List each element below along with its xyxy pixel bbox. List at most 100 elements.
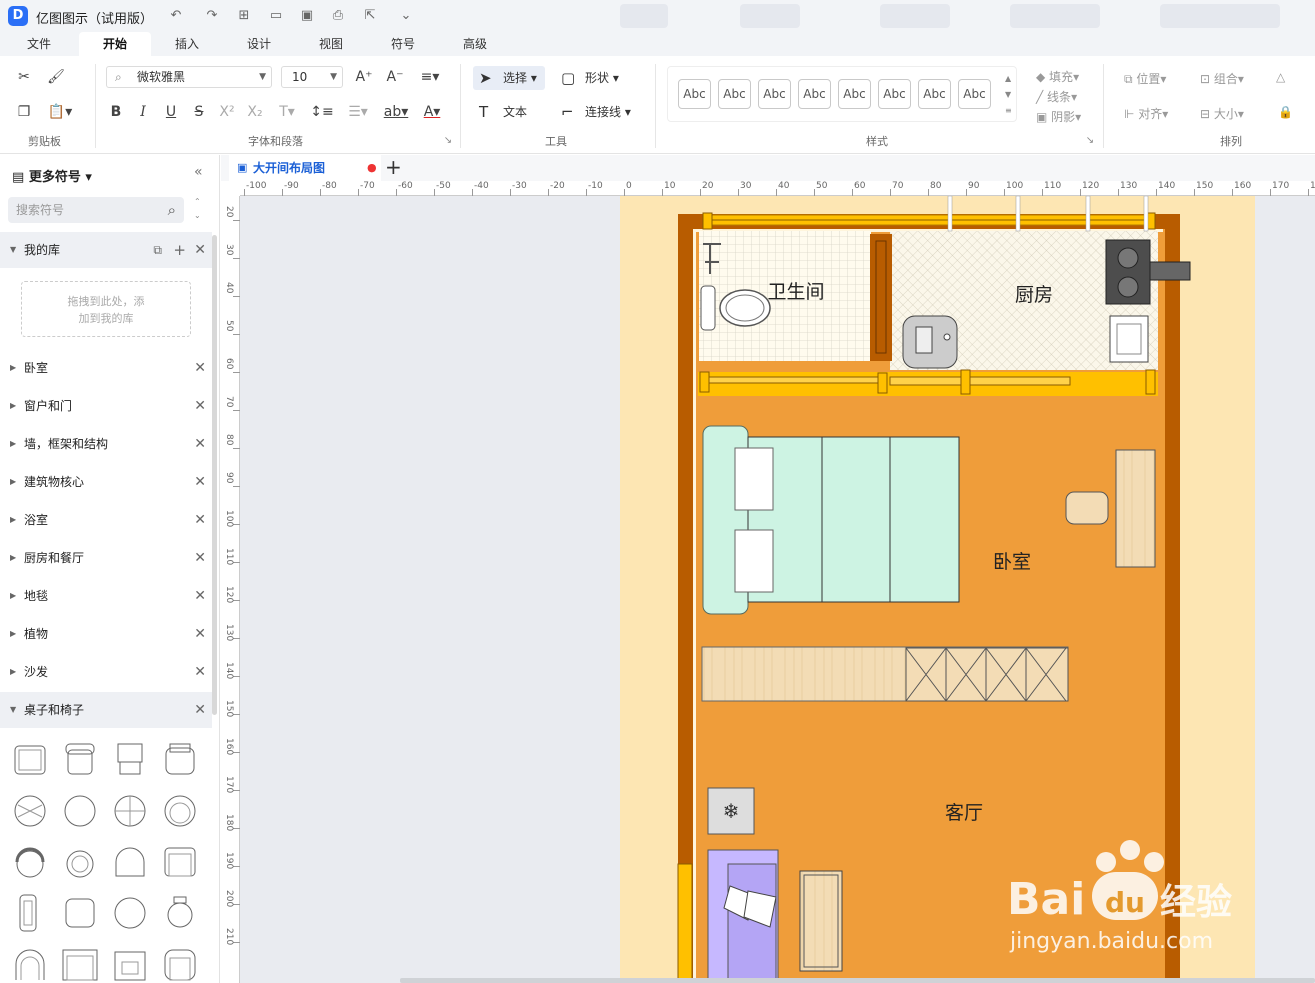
close-icon[interactable]: ✕ bbox=[194, 654, 206, 690]
square-chair-symbol[interactable] bbox=[160, 842, 200, 882]
tab-home[interactable]: 开始 bbox=[79, 32, 151, 56]
drawing-canvas[interactable]: ❄ 卫生间 厨房 卧室 客厅 Bai du 经验 jingyan.baidu.c… bbox=[240, 196, 1315, 983]
lock-icon[interactable]: 🔒 bbox=[1278, 105, 1293, 119]
round-chair-symbol[interactable] bbox=[60, 842, 100, 882]
gallery-scroll-icon[interactable]: ▲ ▼ ≡ bbox=[1005, 71, 1012, 119]
style-preset[interactable]: Abc bbox=[758, 79, 791, 109]
close-icon[interactable]: ✕ bbox=[194, 502, 206, 538]
tab-view[interactable]: 视图 bbox=[295, 32, 367, 56]
close-icon[interactable]: ✕ bbox=[194, 426, 206, 462]
text-tool-button[interactable]: T 文本 bbox=[473, 100, 545, 124]
box-chair-symbol[interactable] bbox=[60, 944, 100, 983]
office-chair-symbol[interactable] bbox=[10, 740, 50, 780]
paragraph-align-icon[interactable]: ≡▾ bbox=[414, 66, 446, 88]
close-icon[interactable]: ✕ bbox=[194, 692, 206, 728]
library-plants[interactable]: ▶ 植物 ✕ bbox=[0, 616, 212, 652]
my-library-drop-zone[interactable]: 拖拽到此处，添 加到我的库 bbox=[21, 281, 191, 337]
library-sofa[interactable]: ▶ 沙发 ✕ bbox=[0, 654, 212, 690]
highlight-icon[interactable]: ab▾ bbox=[380, 101, 412, 123]
tub-chair-symbol[interactable] bbox=[10, 842, 50, 882]
cut-icon[interactable]: ✂ bbox=[12, 66, 36, 88]
copy-icon[interactable]: ❐ bbox=[12, 101, 36, 123]
connector-tool-button[interactable]: ⌐ 连接线 ▾ bbox=[555, 100, 645, 124]
round-chair-symbol[interactable] bbox=[160, 893, 200, 933]
square-stool-symbol[interactable] bbox=[60, 893, 100, 933]
italic-icon[interactable]: I bbox=[131, 101, 155, 123]
library-kitchen-dining[interactable]: ▶ 厨房和餐厅 ✕ bbox=[0, 540, 212, 576]
close-icon[interactable]: ✕ bbox=[194, 232, 206, 268]
symbol-search-input[interactable]: 搜索符号 ⌕ bbox=[8, 197, 184, 223]
round-table-symbol[interactable] bbox=[110, 791, 150, 831]
undo-icon[interactable]: ↶ bbox=[166, 6, 186, 26]
library-walls-structure[interactable]: ▶ 墙，框架和结构 ✕ bbox=[0, 426, 212, 462]
search-icon[interactable]: ⌕ bbox=[168, 197, 176, 223]
select-tool-button[interactable]: ➤ 选择 ▾ bbox=[473, 66, 545, 90]
swivel-chair-symbol[interactable] bbox=[160, 791, 200, 831]
library-bathroom[interactable]: ▶ 浴室 ✕ bbox=[0, 502, 212, 538]
close-icon[interactable]: ✕ bbox=[194, 616, 206, 652]
chevron-down-icon[interactable]: ⌄ bbox=[396, 6, 416, 26]
grow-font-icon[interactable]: A⁺ bbox=[352, 66, 376, 88]
save-icon[interactable]: ▣ bbox=[297, 6, 317, 26]
superscript-icon[interactable]: X² bbox=[215, 101, 239, 123]
style-preset[interactable]: Abc bbox=[958, 79, 991, 109]
tab-file[interactable]: 文件 bbox=[3, 32, 75, 56]
subscript-icon[interactable]: X₂ bbox=[243, 101, 267, 123]
library-building-core[interactable]: ▶ 建筑物核心 ✕ bbox=[0, 464, 212, 500]
shadow-option[interactable]: ▣ 阴影▾ bbox=[1036, 108, 1081, 125]
text-case-icon[interactable]: T▾ bbox=[271, 101, 303, 123]
style-preset[interactable]: Abc bbox=[718, 79, 751, 109]
bold-icon[interactable]: B bbox=[104, 101, 128, 123]
lounge-chair-symbol[interactable] bbox=[160, 740, 200, 780]
shrink-font-icon[interactable]: A⁻ bbox=[383, 66, 407, 88]
desk-chair-symbol[interactable] bbox=[110, 740, 150, 780]
align-button[interactable]: ⊩ 对齐▾ bbox=[1124, 105, 1168, 122]
font-family-select[interactable]: ⌕ 微软雅黑 ▼ bbox=[106, 66, 272, 88]
document-tab[interactable]: ▣ 大开间布局图 ● bbox=[229, 155, 381, 181]
tab-symbols[interactable]: 符号 bbox=[367, 32, 439, 56]
style-preset[interactable]: Abc bbox=[798, 79, 831, 109]
round-stool-symbol[interactable] bbox=[60, 791, 100, 831]
tab-design[interactable]: 设计 bbox=[223, 32, 295, 56]
cube-chair-symbol[interactable] bbox=[110, 944, 150, 983]
horizontal-scrollbar[interactable] bbox=[400, 978, 1315, 983]
strikethrough-icon[interactable]: S bbox=[187, 101, 211, 123]
redo-icon[interactable]: ↷ bbox=[202, 6, 222, 26]
library-tables-chairs[interactable]: ▼ 桌子和椅子 ✕ bbox=[0, 692, 212, 728]
round-table-symbol[interactable] bbox=[10, 791, 50, 831]
style-preset[interactable]: Abc bbox=[878, 79, 911, 109]
library-windows-doors[interactable]: ▶ 窗户和门 ✕ bbox=[0, 388, 212, 424]
barrel-chair-symbol[interactable] bbox=[10, 944, 50, 983]
style-preset[interactable]: Abc bbox=[838, 79, 871, 109]
style-preset[interactable]: Abc bbox=[678, 79, 711, 109]
club-chair-symbol[interactable] bbox=[160, 944, 200, 983]
bullet-list-icon[interactable]: ☰▾ bbox=[342, 101, 374, 123]
library-my-library[interactable]: ▼ 我的库 ⧉ + ✕ bbox=[0, 232, 212, 268]
search-nav-icon[interactable]: ⌃ ⌄ bbox=[194, 195, 201, 223]
fill-option[interactable]: ◆ 填充▾ bbox=[1036, 68, 1079, 85]
rotate-button[interactable]: △ bbox=[1276, 70, 1285, 84]
group-button[interactable]: ⊡ 组合▾ bbox=[1200, 70, 1244, 87]
library-bedroom[interactable]: ▶ 卧室 ✕ bbox=[0, 350, 212, 386]
paste-icon[interactable]: 📋▾ bbox=[44, 101, 76, 123]
close-icon[interactable]: ✕ bbox=[194, 388, 206, 424]
panel-scrollbar[interactable] bbox=[212, 235, 217, 715]
tab-insert[interactable]: 插入 bbox=[151, 32, 223, 56]
arch-chair-symbol[interactable] bbox=[110, 842, 150, 882]
format-painter-icon[interactable]: 🖌 bbox=[44, 66, 68, 88]
new-file-icon[interactable]: ⊞ bbox=[234, 6, 254, 26]
position-button[interactable]: ⧉ 位置▾ bbox=[1124, 70, 1166, 87]
underline-icon[interactable]: U bbox=[159, 101, 183, 123]
shape-tool-button[interactable]: ▢ 形状 ▾ bbox=[555, 66, 627, 90]
round-table-symbol[interactable] bbox=[110, 893, 150, 933]
tab-advanced[interactable]: 高级 bbox=[439, 32, 511, 56]
close-icon[interactable]: ✕ bbox=[194, 540, 206, 576]
more-symbols-button[interactable]: ▤ 更多符号 ▾ bbox=[12, 166, 92, 185]
line-option[interactable]: ╱ 线条▾ bbox=[1036, 88, 1077, 105]
open-folder-icon[interactable]: ▭ bbox=[266, 6, 286, 26]
new-tab-icon[interactable]: + bbox=[385, 155, 402, 179]
bench-symbol[interactable] bbox=[10, 893, 50, 933]
close-icon[interactable]: ✕ bbox=[194, 350, 206, 386]
close-icon[interactable]: ✕ bbox=[194, 464, 206, 500]
line-spacing-icon[interactable]: ↕≡ bbox=[306, 101, 338, 123]
